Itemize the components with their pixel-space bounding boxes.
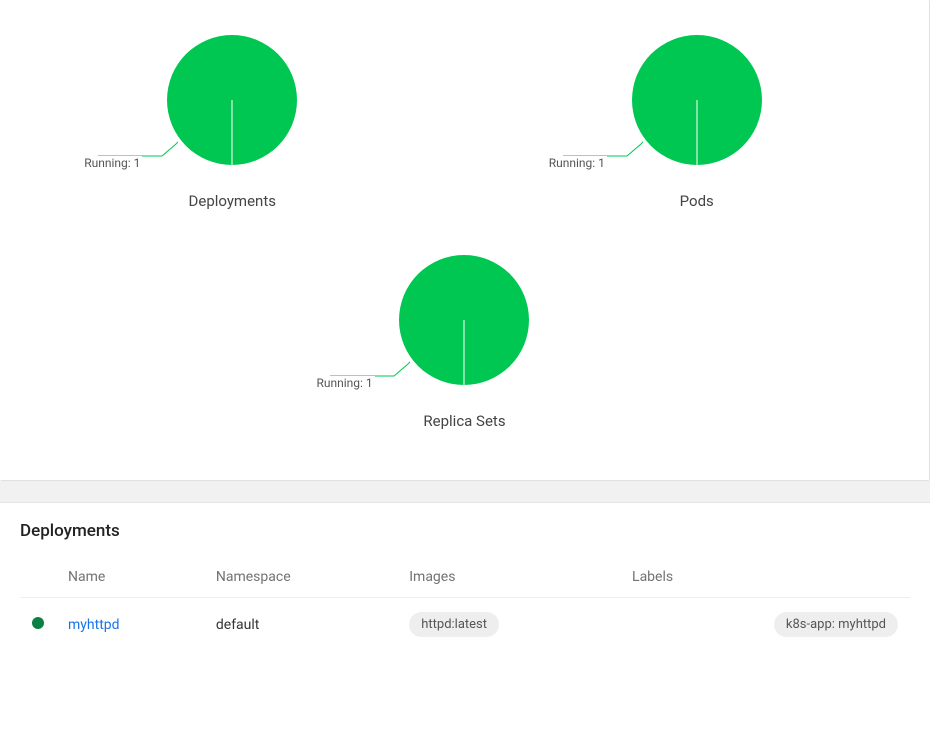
- pie-chart-icon: Running: 1: [627, 30, 767, 174]
- label-chip[interactable]: k8s-app: myhttpd: [774, 612, 898, 637]
- col-images[interactable]: Images: [397, 559, 620, 598]
- workload-status-row-2: Running: 1 Replica Sets: [0, 230, 929, 450]
- pie-chart-icon: Running: 1: [162, 30, 302, 174]
- col-name[interactable]: Name: [56, 559, 204, 598]
- chart-status-label: Running: 1: [82, 156, 142, 170]
- col-namespace[interactable]: Namespace: [204, 559, 397, 598]
- deployments-section: Deployments Name Namespace Images Labels…: [0, 503, 930, 661]
- chart-status-label: Running: 1: [314, 376, 374, 390]
- chart-title: Deployments: [23, 192, 441, 210]
- chart-status-label: Running: 1: [547, 156, 607, 170]
- section-title: Deployments: [20, 521, 910, 541]
- deployment-link[interactable]: myhttpd: [68, 617, 120, 633]
- table-row: myhttpd default httpd:latest k8s-app: my…: [20, 598, 910, 652]
- table-header-row: Name Namespace Images Labels: [20, 559, 910, 598]
- chart-title: Pods: [488, 192, 906, 210]
- chart-pods: Running: 1 Pods: [488, 10, 906, 230]
- chart-replica-sets: Running: 1 Replica Sets: [255, 230, 673, 450]
- col-labels[interactable]: Labels: [620, 559, 910, 598]
- col-status: [20, 559, 56, 598]
- status-running-icon: [32, 617, 44, 629]
- pie-chart-icon: Running: 1: [394, 250, 534, 394]
- cell-namespace: default: [204, 598, 397, 652]
- section-gap: [0, 481, 930, 503]
- deployments-table: Name Namespace Images Labels myhttpd def…: [20, 559, 910, 651]
- workload-status-row-1: Running: 1 Deployments Running: 1 Pods: [0, 10, 929, 230]
- workload-status-card: Running: 1 Deployments Running: 1 Pods: [0, 0, 930, 481]
- image-chip[interactable]: httpd:latest: [409, 612, 499, 637]
- chart-title: Replica Sets: [255, 412, 673, 430]
- chart-deployments: Running: 1 Deployments: [23, 10, 441, 230]
